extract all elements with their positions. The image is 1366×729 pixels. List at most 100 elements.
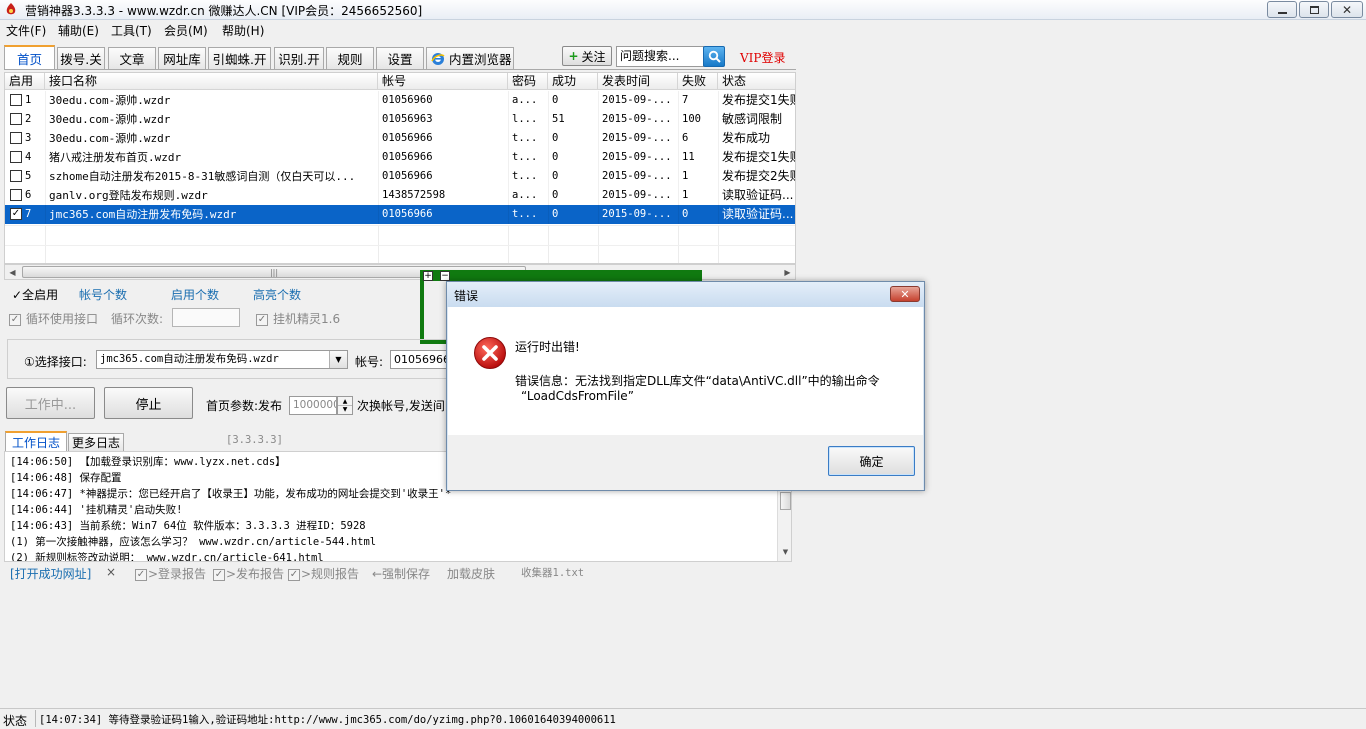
scroll-right-icon[interactable]: ▶ [780, 265, 795, 279]
row-enable-checkbox[interactable] [10, 132, 22, 144]
scroll-left-icon[interactable]: ◀ [5, 265, 20, 279]
row-enable-checkbox[interactable] [10, 94, 22, 106]
col-header-account[interactable]: 帐号 [378, 73, 508, 90]
spin-up-icon[interactable]: ▲ [338, 397, 352, 406]
publish-report-label: >发布报告 [226, 567, 285, 581]
loop-times-label: 循环次数: [111, 312, 164, 326]
checkbox-checked-icon: ✓ [288, 568, 300, 581]
cell-index: 4 [25, 151, 32, 163]
cell-name: jmc365.com自动注册发布免码.wzdr [49, 208, 237, 221]
open-success-url-link[interactable]: [打开成功网址] [10, 565, 91, 582]
all-enable-link[interactable]: ✓全启用 [12, 286, 58, 303]
col-header-status[interactable]: 状态 [718, 73, 795, 90]
tab-recognize[interactable]: 识别.开 [274, 47, 324, 69]
follow-button[interactable]: + 关注 [562, 46, 612, 66]
search-button[interactable] [703, 46, 725, 67]
menu-tools[interactable]: 工具(T) [111, 22, 152, 39]
chevron-down-icon[interactable]: ▼ [329, 351, 347, 368]
table-row[interactable]: 6 ganlv.org登陆发布规则.wzdr 1438572598 a... 0 2015… [5, 186, 795, 205]
account-input[interactable]: 01056966 [390, 350, 450, 369]
maximize-button[interactable] [1299, 1, 1329, 18]
error-dialog: 错误 ✕ 运行时出错! 错误信息：无法找到指定DLL库文件“data\AntiV… [446, 281, 925, 491]
table-row[interactable]: 1 30edu.com-源帅.wzdr 01056960 a... 0 2015-09-.… [5, 91, 795, 110]
tab-settings[interactable]: 设置 [376, 47, 424, 69]
cell-name: ganlv.org登陆发布规则.wzdr [49, 189, 208, 202]
collector-file-link[interactable]: 收集器1.txt [521, 565, 584, 580]
version-label: [3.3.3.3] [226, 434, 283, 446]
vip-login-link[interactable]: VIP登录 [740, 49, 785, 66]
table-row[interactable]: ✓ 7 jmc365.com自动注册发布免码.wzdr 01056966 t... 0 20… [5, 205, 795, 224]
cell-fail: 1 [682, 170, 689, 182]
row-enable-checkbox[interactable] [10, 170, 22, 182]
row-enable-checkbox[interactable] [10, 113, 22, 125]
col-header-enabled[interactable]: 启用 [5, 73, 45, 90]
cell-time: 2015-09-... [602, 151, 672, 163]
cell-status: 读取验证码... [722, 188, 794, 202]
cell-time: 2015-09-... [602, 170, 672, 182]
menu-assist[interactable]: 辅助(E) [58, 22, 99, 39]
expand-icon[interactable]: + [423, 271, 433, 281]
account-count-link[interactable]: 帐号个数 [79, 286, 127, 303]
tab-home[interactable]: 首页 [4, 45, 55, 69]
follow-label: 关注 [581, 49, 606, 64]
collapse-icon[interactable]: − [440, 271, 450, 281]
row-enable-checkbox[interactable] [10, 151, 22, 163]
stop-button[interactable]: 停止 [104, 387, 193, 419]
rule-report-checkbox[interactable]: ✓ [288, 566, 300, 581]
publish-report-checkbox[interactable]: ✓ [213, 566, 225, 581]
minimize-button[interactable] [1267, 1, 1297, 18]
login-report-checkbox[interactable]: ✓ [135, 566, 147, 581]
tab-url-library[interactable]: 网址库 [158, 47, 206, 69]
question-search-input[interactable]: 问题搜索... [616, 46, 704, 67]
loop-times-input[interactable] [172, 308, 240, 327]
error-heading: 运行时出错! [515, 340, 580, 354]
tab-more-log[interactable]: 更多日志 [68, 433, 124, 451]
cell-password: a... [512, 189, 538, 201]
force-save-button[interactable]: ←强制保存 [372, 565, 430, 582]
hang-sprite-checkbox[interactable]: ✓ [256, 311, 268, 326]
error-message-line1: 错误信息：无法找到指定DLL库文件“data\AntiVC.dll”中的输出命令 [515, 374, 880, 388]
table-row[interactable]: 4 猪八戒注册发布首页.wzdr 01056966 t... 0 2015-09-... 1… [5, 148, 795, 167]
params-spinner[interactable]: ▲ ▼ [337, 396, 353, 415]
menu-member[interactable]: 会员(M) [164, 22, 208, 39]
error-message-line2: “LoadCdsFromFile” [521, 389, 634, 403]
spin-down-icon[interactable]: ▼ [338, 406, 352, 414]
table-row[interactable]: 2 30edu.com-源帅.wzdr 01056963 l... 51 2015-09-… [5, 110, 795, 129]
table-row[interactable]: 5 szhome自动注册发布2015-8-31敏感词自测（仅白天可以... 0105… [5, 167, 796, 186]
col-header-fail[interactable]: 失败 [678, 73, 718, 90]
cell-account: 01056966 [382, 208, 433, 220]
highlight-count-link[interactable]: 高亮个数 [253, 286, 301, 303]
menu-file[interactable]: 文件(F) [6, 22, 46, 39]
tab-dial[interactable]: 拨号.关 [57, 47, 105, 69]
params-input[interactable]: 1000000 [289, 396, 337, 415]
tab-work-log[interactable]: 工作日志 [5, 431, 67, 451]
scroll-down-icon[interactable]: ▼ [780, 548, 791, 560]
cell-name: szhome自动注册发布2015-8-31敏感词自测（仅白天可以... [49, 170, 356, 183]
loop-interface-checkbox[interactable]: ✓ [9, 311, 21, 326]
col-header-time[interactable]: 发表时间 [598, 73, 678, 90]
cell-status: 发布提交2失败 [722, 169, 796, 183]
log-scroll-thumb[interactable] [780, 492, 791, 510]
working-button[interactable]: 工作中... [6, 387, 95, 419]
window-title: 营销神器3.3.3.3 - www.wzdr.cn 微赚达人.CN [VIP会员… [25, 4, 423, 18]
dialog-close-button[interactable]: ✕ [890, 286, 920, 302]
tab-rules[interactable]: 规则 [326, 47, 374, 69]
row-enable-checkbox[interactable] [10, 189, 22, 201]
col-header-password[interactable]: 密码 [508, 73, 548, 90]
close-window-button[interactable]: ✕ [1331, 1, 1363, 18]
close-x-icon[interactable]: × [106, 565, 116, 579]
ok-button[interactable]: 确定 [828, 446, 915, 476]
interface-select[interactable]: jmc365.com自动注册发布免码.wzdr [96, 350, 348, 369]
table-row[interactable]: 3 30edu.com-源帅.wzdr 01056966 t... 0 2015-09-.… [5, 129, 795, 148]
tab-spider[interactable]: 引蜘蛛.开 [208, 47, 271, 69]
col-header-success[interactable]: 成功 [548, 73, 598, 90]
menu-help[interactable]: 帮助(H) [222, 22, 264, 39]
cell-fail: 0 [682, 208, 689, 220]
col-header-name[interactable]: 接口名称 [45, 73, 378, 90]
row-enable-checkbox[interactable]: ✓ [10, 208, 22, 220]
tab-article[interactable]: 文章 [108, 47, 156, 69]
tab-browser[interactable]: 内置浏览器 [426, 47, 514, 69]
load-skin-button[interactable]: 加载皮肤 [447, 565, 495, 582]
cell-success: 0 [552, 132, 559, 144]
enabled-count-link[interactable]: 启用个数 [171, 286, 219, 303]
